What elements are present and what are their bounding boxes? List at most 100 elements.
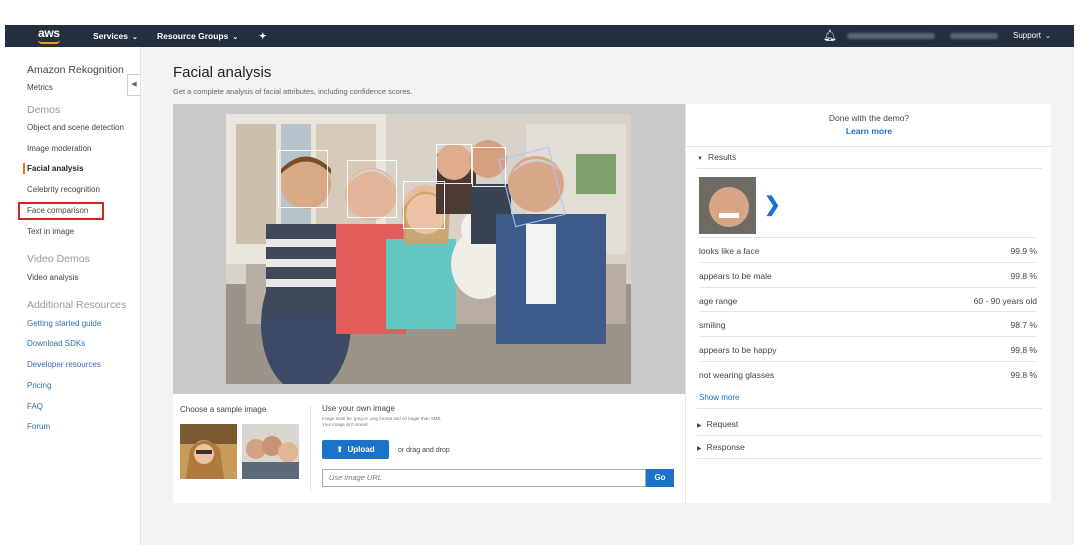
divider: [697, 408, 1042, 409]
analyzed-photo: [226, 114, 631, 384]
main-content: Facial analysis Get a complete analysis …: [148, 47, 1074, 545]
sample-image-2[interactable]: [242, 424, 299, 479]
response-accordion-header[interactable]: ▶ Response: [697, 442, 745, 452]
result-value: 99.9 %: [1010, 246, 1037, 256]
divider: [697, 435, 1042, 436]
sample-image-1[interactable]: [180, 424, 237, 479]
sidebar-item-metrics[interactable]: Metrics: [27, 83, 53, 92]
face-box[interactable]: [403, 181, 445, 229]
sidebar: Amazon Rekognition Metrics Demos Object …: [5, 47, 140, 545]
services-label: Services: [93, 31, 128, 41]
divider: [686, 146, 1052, 147]
collapse-sidebar-button[interactable]: ◀: [127, 74, 140, 96]
selected-face-thumbnail: [699, 177, 756, 234]
resource-groups-label: Resource Groups: [157, 31, 229, 41]
show-more-link[interactable]: Show more: [699, 393, 739, 402]
divider: [697, 168, 1042, 169]
result-value: 99.8 %: [1010, 345, 1037, 355]
result-label: appears to be happy: [699, 345, 777, 355]
result-row: not wearing glasses 99.8 %: [699, 361, 1037, 385]
sidebar-link-developer-resources[interactable]: Developer resources: [27, 360, 101, 369]
sample-photo-group: [242, 424, 299, 479]
sidebar-link-faq[interactable]: FAQ: [27, 402, 43, 411]
upload-button[interactable]: ⬆ Upload: [322, 440, 389, 459]
result-row: appears to be male 99.8 %: [699, 262, 1037, 286]
result-value: 99.8 %: [1010, 370, 1037, 380]
chevron-right-icon[interactable]: ❯: [764, 192, 781, 217]
page-subtitle: Get a complete analysis of facial attrib…: [173, 87, 413, 96]
result-row: looks like a face 99.9 %: [699, 237, 1037, 261]
chevron-left-icon: ◀: [131, 81, 137, 88]
sidebar-link-forum[interactable]: Forum: [27, 422, 50, 431]
drag-drop-hint: or drag and drop: [398, 447, 450, 454]
results-panel: Done with the demo? Learn more ▼ Results …: [685, 104, 1052, 503]
region-menu-redacted[interactable]: [950, 33, 998, 39]
result-value: 98.7 %: [1010, 320, 1037, 330]
sidebar-section-video: Video Demos: [27, 253, 90, 265]
face-box[interactable]: [278, 150, 328, 208]
active-indicator: [23, 163, 25, 174]
panel-separator: [310, 406, 311, 491]
request-accordion-header[interactable]: ▶ Request: [697, 419, 738, 429]
sidebar-item-video-analysis[interactable]: Video analysis: [27, 273, 78, 282]
divider: [697, 458, 1042, 459]
go-button[interactable]: Go: [646, 469, 674, 487]
image-source-panel: Choose a sample image Use your own image: [173, 394, 685, 503]
image-preview-panel: [173, 104, 685, 394]
aws-smile-logo: [38, 40, 60, 44]
results-header-label: Results: [707, 152, 737, 162]
account-menu-redacted[interactable]: [847, 33, 935, 39]
sidebar-section-resources: Additional Resources: [27, 299, 127, 311]
sidebar-title[interactable]: Amazon Rekognition: [27, 64, 124, 76]
sample-photo-woman-car: [180, 424, 237, 479]
learn-more-link[interactable]: Learn more: [686, 126, 1052, 136]
sidebar-divider[interactable]: [140, 47, 148, 545]
caret-down-icon: ⌄: [131, 34, 138, 41]
face-thumbnail-image: [699, 177, 756, 234]
support-menu[interactable]: Support ⌄: [1013, 31, 1051, 40]
top-nav-bar: aws Services ⌄ Resource Groups ⌄ ✦ 🔔︎ Supp…: [5, 25, 1074, 47]
result-value: 60 - 90 years old: [973, 296, 1037, 306]
support-label: Support: [1013, 31, 1042, 40]
result-label: appears to be male: [699, 271, 772, 281]
sidebar-item-text-in-image[interactable]: Text in image: [27, 227, 74, 236]
sidebar-link-getting-started[interactable]: Getting started guide: [27, 319, 101, 328]
bell-icon[interactable]: 🔔︎: [823, 29, 837, 42]
image-url-input[interactable]: Use image URL: [322, 469, 646, 487]
request-label: Request: [706, 419, 739, 429]
result-label: age range: [699, 296, 738, 306]
sidebar-item-object-scene[interactable]: Object and scene detection: [27, 123, 124, 132]
result-label: not wearing glasses: [699, 370, 775, 380]
results-accordion-header[interactable]: ▼ Results: [697, 152, 736, 162]
resource-groups-menu[interactable]: Resource Groups ⌄: [157, 31, 238, 41]
sidebar-section-demos: Demos: [27, 104, 61, 116]
result-row: age range 60 - 90 years old: [699, 287, 1037, 311]
services-menu[interactable]: Services ⌄: [93, 31, 138, 41]
sidebar-link-download-sdks[interactable]: Download SDKs: [27, 339, 85, 348]
result-label: smiling: [699, 320, 726, 330]
upload-label: Upload: [347, 445, 375, 454]
aws-logo[interactable]: aws: [38, 26, 60, 40]
page-title: Facial analysis: [173, 64, 272, 81]
sidebar-link-pricing[interactable]: Pricing: [27, 381, 51, 390]
sidebar-item-celebrity[interactable]: Celebrity recognition: [27, 185, 100, 194]
sidebar-item-face-comparison[interactable]: Face comparison: [27, 206, 88, 215]
face-box[interactable]: [347, 160, 397, 218]
triangle-right-icon: ▶: [697, 446, 702, 452]
triangle-down-icon: ▼: [697, 156, 703, 162]
triangle-right-icon: ▶: [697, 423, 702, 429]
choose-sample-label: Choose a sample image: [180, 405, 267, 414]
done-with-demo-text: Done with the demo?: [828, 113, 910, 123]
sidebar-item-image-moderation[interactable]: Image moderation: [27, 144, 91, 153]
face-box[interactable]: [436, 144, 472, 184]
caret-down-icon: ⌄: [1045, 33, 1051, 40]
own-image-label: Use your own image: [322, 404, 395, 413]
caret-down-icon: ⌄: [232, 34, 239, 41]
upload-icon: ⬆: [336, 445, 344, 454]
sidebar-item-facial-analysis[interactable]: Facial analysis: [27, 164, 83, 173]
response-label: Response: [706, 442, 745, 452]
result-label: looks like a face: [699, 246, 760, 256]
image-requirements-note: Image must be .jpeg or .png format and n…: [322, 416, 442, 427]
result-row: smiling 98.7 %: [699, 311, 1037, 335]
pin-icon[interactable]: ✦: [259, 31, 267, 42]
